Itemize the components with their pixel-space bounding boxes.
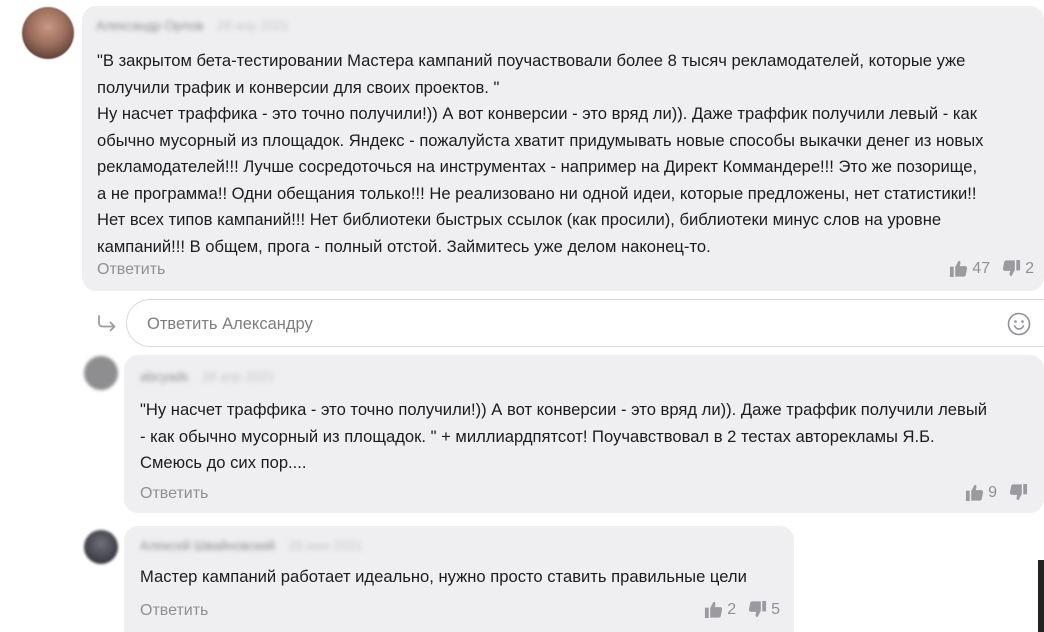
comment-card: Александр Орлов 28 апр 2021 "В закрытом … [82,6,1044,291]
reply-arrow-icon [98,315,116,332]
thumbs-up-icon [950,260,968,278]
reply-input[interactable] [145,310,969,338]
comment-line: - как обычно мусорный из площадок. " + м… [140,426,935,446]
vote-controls: 47 2 [949,259,1034,278]
emoji-smile-icon[interactable] [1007,312,1031,336]
comment-text: Мастер кампаний работает идеально, нужно… [140,564,790,591]
avatar[interactable] [84,356,118,390]
comment-card: Алексей Швайновский 29 мая 2021 Мастер к… [124,526,794,632]
reply-field[interactable] [126,299,1044,347]
comment-line: Ну насчет траффика - это точно получили!… [97,104,978,123]
dislike-button[interactable] [1009,483,1032,502]
dislike-count: 2 [1025,259,1034,277]
reply-button[interactable]: Ответить [140,485,208,503]
comment-line: "В закрытом бета-тестировании Мастера ка… [97,51,966,70]
author-name[interactable]: Александр Орлов [96,18,203,33]
thumbs-down-icon [1009,483,1028,501]
reply-row [96,298,1044,350]
author-name[interactable]: abcyads [140,369,188,384]
reply-button[interactable]: Ответить [97,261,165,279]
comment-date: 28 апр 2021 [202,369,275,384]
comment-line: Нет всех типов кампаний!!! Нет библиотек… [97,210,942,229]
comment-line: обычно мусорный из площадок. Яндекс - по… [97,130,984,150]
reply-button[interactable]: Ответить [140,602,208,620]
thumbs-up-icon [705,601,723,619]
comment-text: "В закрытом бета-тестировании Мастера ка… [97,48,1037,260]
vote-controls: 9 [965,483,1032,502]
comment-line: Смеюсь до сих пор.... [140,453,307,472]
thumbs-down-icon [749,600,767,618]
like-count: 47 [972,259,991,277]
dislike-button[interactable]: 2 [1002,259,1034,278]
like-button[interactable]: 47 [949,259,990,278]
like-count: 9 [988,483,997,501]
dislike-count: 5 [771,600,780,618]
comment-line: получили трафик и конверсии для своих пр… [97,77,500,97]
avatar[interactable] [84,530,118,564]
comment-card: abcyads 28 апр 2021 "Ну насчет траффика … [124,355,1044,513]
author-name[interactable]: Алексей Швайновский [140,538,275,553]
comment-line: Мастер кампаний работает идеально, нужно… [140,567,747,586]
dislike-button[interactable]: 5 [748,600,780,619]
thumbs-up-icon [966,484,984,502]
avatar[interactable] [22,7,74,59]
comment-meta: abcyads 28 апр 2021 [140,369,274,384]
comment-line: кампаний!!! В общем, прога - полный отст… [97,236,711,256]
comment-text: "Ну насчет траффика - это точно получили… [140,397,1040,477]
comment-line: а не программа!! Одни обещания только!!!… [97,183,977,203]
vote-controls: 2 5 [704,600,780,619]
like-count: 2 [727,600,737,618]
comment-meta: Алексей Швайновский 29 мая 2021 [140,538,362,553]
like-button[interactable]: 2 [704,600,736,619]
comment-meta: Александр Орлов 28 апр 2021 [96,18,289,33]
like-button[interactable]: 9 [965,483,997,502]
comment-line: "Ну насчет траффика - это точно получили… [140,400,988,419]
comment-date: 28 апр 2021 [217,18,290,33]
comment-date: 29 мая 2021 [288,538,363,553]
thumbs-down-icon [1003,259,1021,277]
page-edge [1038,560,1044,632]
comment-line: рекламодателей!!! Лучше сосредоточься на… [97,157,978,176]
